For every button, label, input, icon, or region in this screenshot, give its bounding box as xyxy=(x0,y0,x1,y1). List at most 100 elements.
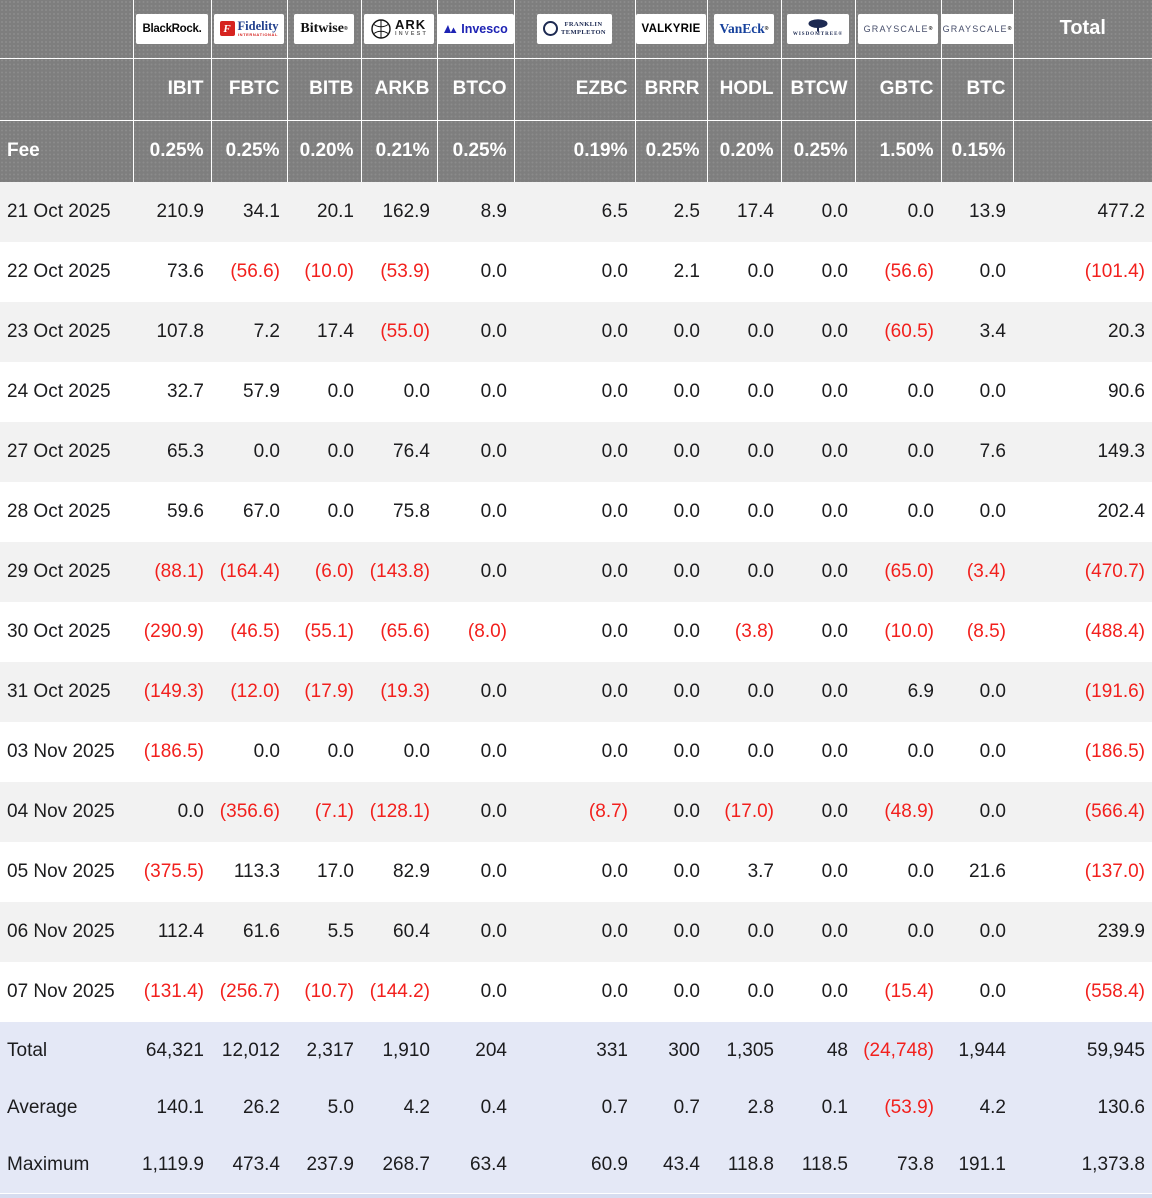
summary-value-cell: 0.7 xyxy=(635,1079,707,1136)
value-cell: 210.9 xyxy=(133,182,211,242)
bottom-edge-strip xyxy=(0,1194,1152,1198)
valkyrie-wordmark: VALKYRIE xyxy=(642,23,701,35)
fee-row-label: Fee xyxy=(0,120,133,182)
blackrock-logo: BlackRock. xyxy=(136,14,207,44)
invesco-wordmark: Invesco xyxy=(461,22,508,36)
value-cell: 17.0 xyxy=(287,842,361,902)
value-cell: 17.4 xyxy=(707,182,781,242)
value-cell: 0.0 xyxy=(514,242,635,302)
ark-circle-icon xyxy=(370,18,392,40)
summary-value-cell: 4.2 xyxy=(361,1079,437,1136)
value-cell: 3.7 xyxy=(707,842,781,902)
value-cell: 0.0 xyxy=(437,302,514,362)
date-cell: 03 Nov 2025 xyxy=(0,722,133,782)
summary-value-cell: 60.9 xyxy=(514,1136,635,1193)
fee-cell: 0.25% xyxy=(211,120,287,182)
col-valkyrie: VALKYRIE xyxy=(635,0,707,58)
value-cell: 202.4 xyxy=(1013,482,1152,542)
table-row: 23 Oct 2025107.87.217.4(55.0)0.00.00.00.… xyxy=(0,302,1152,362)
date-cell: 24 Oct 2025 xyxy=(0,362,133,422)
value-cell: 0.0 xyxy=(707,542,781,602)
value-cell: 21.6 xyxy=(941,842,1013,902)
value-cell: 113.3 xyxy=(211,842,287,902)
fidelity-subtext: INTERNATIONAL xyxy=(238,32,279,37)
value-cell: 0.0 xyxy=(211,722,287,782)
value-cell: (164.4) xyxy=(211,542,287,602)
date-cell: 07 Nov 2025 xyxy=(0,962,133,1022)
value-cell: 0.0 xyxy=(781,242,855,302)
summary-value-cell: 118.8 xyxy=(707,1136,781,1193)
blackrock-wordmark: BlackRock. xyxy=(142,23,201,35)
value-cell: 0.0 xyxy=(437,242,514,302)
value-cell: (17.0) xyxy=(707,782,781,842)
table-row: 03 Nov 2025(186.5)0.00.00.00.00.00.00.00… xyxy=(0,722,1152,782)
summary-value-cell: 26.2 xyxy=(211,1079,287,1136)
date-cell: 06 Nov 2025 xyxy=(0,902,133,962)
bitwise-logo: Bitwise® xyxy=(294,14,353,44)
summary-value-cell: 130.6 xyxy=(1013,1079,1152,1136)
etf-flow-table: BlackRock. FFidelityINTERNATIONAL Bitwis… xyxy=(0,0,1152,1193)
value-cell: 0.0 xyxy=(855,902,941,962)
value-cell: 0.0 xyxy=(781,662,855,722)
value-cell: 0.0 xyxy=(707,422,781,482)
grayscale-logo: GRAYSCALE® xyxy=(858,14,939,44)
summary-row: Average140.126.25.04.20.40.70.72.80.1(53… xyxy=(0,1079,1152,1136)
summary-value-cell: (24,748) xyxy=(855,1022,941,1079)
value-cell: 0.0 xyxy=(437,962,514,1022)
value-cell: (290.9) xyxy=(133,602,211,662)
fidelity-f-icon: F xyxy=(220,21,235,36)
summary-value-cell: 48 xyxy=(781,1022,855,1079)
value-cell: 59.6 xyxy=(133,482,211,542)
registered-mark: ® xyxy=(344,26,348,32)
summary-value-cell: 4.2 xyxy=(941,1079,1013,1136)
value-cell: (137.0) xyxy=(1013,842,1152,902)
summary-value-cell: 63.4 xyxy=(437,1136,514,1193)
value-cell: 17.4 xyxy=(287,302,361,362)
value-cell: (470.7) xyxy=(1013,542,1152,602)
value-cell: (55.1) xyxy=(287,602,361,662)
value-cell: 0.0 xyxy=(287,422,361,482)
value-cell: 0.0 xyxy=(514,482,635,542)
corner-cell xyxy=(0,0,133,58)
summary-row: Maximum1,119.9473.4237.9268.763.460.943.… xyxy=(0,1136,1152,1193)
value-cell: 0.0 xyxy=(781,722,855,782)
value-cell: (558.4) xyxy=(1013,962,1152,1022)
value-cell: 0.0 xyxy=(855,182,941,242)
value-cell: (15.4) xyxy=(855,962,941,1022)
value-cell: 149.3 xyxy=(1013,422,1152,482)
value-cell: 0.0 xyxy=(781,902,855,962)
value-cell: 60.4 xyxy=(361,902,437,962)
table-row: 07 Nov 2025(131.4)(256.7)(10.7)(144.2)0.… xyxy=(0,962,1152,1022)
value-cell: 7.6 xyxy=(941,422,1013,482)
fee-row: Fee0.25%0.25%0.20%0.21%0.25%0.19%0.25%0.… xyxy=(0,120,1152,182)
franklin-wordmark-line1: FRANKLIN xyxy=(561,21,606,29)
value-cell: 0.0 xyxy=(514,962,635,1022)
value-cell: 0.0 xyxy=(635,602,707,662)
date-cell: 21 Oct 2025 xyxy=(0,182,133,242)
fee-total-spacer xyxy=(1013,120,1152,182)
value-cell: 112.4 xyxy=(133,902,211,962)
value-cell: 0.0 xyxy=(287,722,361,782)
value-cell: 7.2 xyxy=(211,302,287,362)
value-cell: 0.0 xyxy=(781,302,855,362)
ticker-cell-hodl: HODL xyxy=(707,58,781,120)
value-cell: 0.0 xyxy=(635,542,707,602)
value-cell: 0.0 xyxy=(437,902,514,962)
col-grayscale-btc: GRAYSCALE® xyxy=(941,0,1013,58)
fee-cell: 0.20% xyxy=(287,120,361,182)
value-cell: 0.0 xyxy=(635,902,707,962)
invesco-logo: Invesco xyxy=(437,14,514,44)
table-row: 22 Oct 202573.6(56.6)(10.0)(53.9)0.00.02… xyxy=(0,242,1152,302)
table-row: 27 Oct 202565.30.00.076.40.00.00.00.00.0… xyxy=(0,422,1152,482)
col-bitwise: Bitwise® xyxy=(287,0,361,58)
value-cell: 0.0 xyxy=(855,362,941,422)
value-cell: (3.4) xyxy=(941,542,1013,602)
value-cell: 0.0 xyxy=(855,842,941,902)
value-cell: 0.0 xyxy=(635,482,707,542)
date-cell: 22 Oct 2025 xyxy=(0,242,133,302)
value-cell: 67.0 xyxy=(211,482,287,542)
value-cell: 34.1 xyxy=(211,182,287,242)
summary-value-cell: 73.8 xyxy=(855,1136,941,1193)
value-cell: 0.0 xyxy=(287,482,361,542)
col-wisdomtree: WISDOMTREE® xyxy=(781,0,855,58)
